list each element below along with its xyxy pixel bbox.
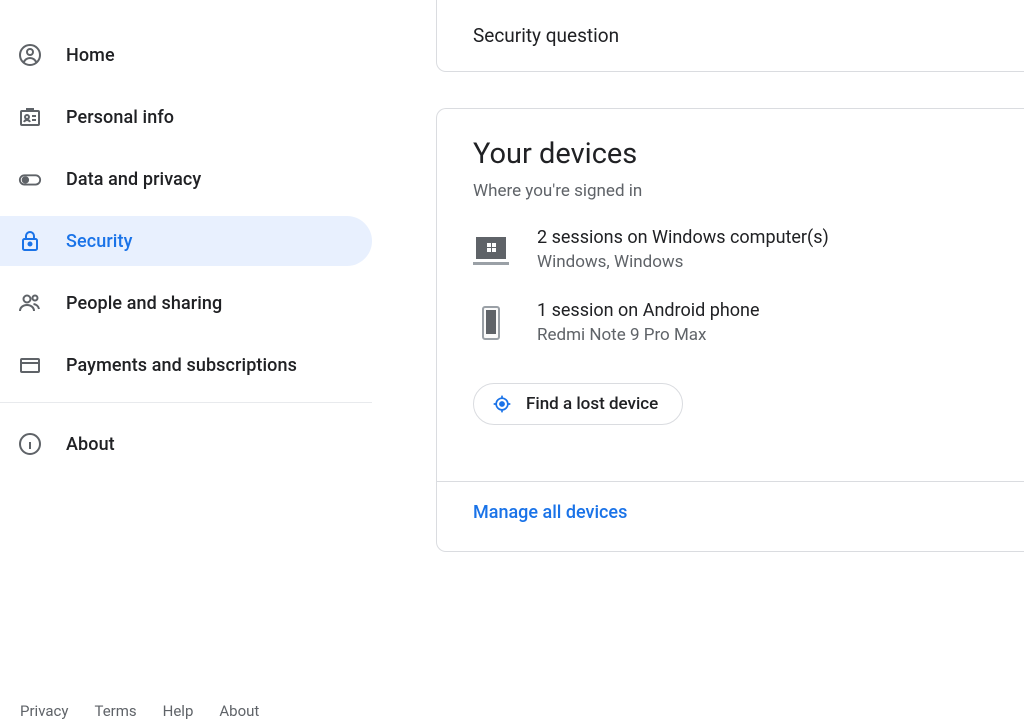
footer-privacy-link[interactable]: Privacy — [20, 702, 68, 720]
toggle-icon — [18, 167, 42, 191]
your-devices-title: Your devices — [473, 137, 1024, 171]
target-location-icon — [492, 394, 512, 414]
device-session-detail: Windows, Windows — [537, 252, 829, 272]
your-devices-body: Your devices Where you're signed in 2 se… — [437, 109, 1024, 481]
people-icon — [18, 291, 42, 315]
device-session-title: 2 sessions on Windows computer(s) — [537, 227, 829, 248]
device-row-android[interactable]: 1 session on Android phone Redmi Note 9 … — [473, 300, 1024, 345]
device-session-detail: Redmi Note 9 Pro Max — [537, 325, 760, 345]
device-session-title: 1 session on Android phone — [537, 300, 760, 321]
android-phone-icon — [473, 305, 509, 341]
laptop-windows-icon — [473, 232, 509, 268]
sidebar-item-label: Data and privacy — [66, 169, 201, 190]
device-text: 2 sessions on Windows computer(s) Window… — [537, 227, 829, 272]
footer-terms-link[interactable]: Terms — [94, 702, 136, 720]
sidebar-item-label: Security — [66, 231, 133, 252]
badge-icon — [18, 105, 42, 129]
sidebar-item-label: Payments and subscriptions — [66, 355, 297, 376]
sidebar-divider — [0, 402, 372, 403]
manage-all-devices-link[interactable]: Manage all devices — [437, 481, 1024, 551]
sidebar-item-payments[interactable]: Payments and subscriptions — [0, 340, 372, 390]
security-question-card[interactable]: Security question — [436, 0, 1024, 72]
account-circle-icon — [18, 43, 42, 67]
credit-card-icon — [18, 353, 42, 377]
sidebar-item-people-sharing[interactable]: People and sharing — [0, 278, 372, 328]
sidebar-item-security[interactable]: Security — [0, 216, 372, 266]
lock-icon — [18, 229, 42, 253]
info-icon — [18, 432, 42, 456]
sidebar-item-data-privacy[interactable]: Data and privacy — [0, 154, 372, 204]
sidebar: Home Personal info Data and privacy Secu… — [0, 10, 372, 481]
sidebar-item-label: About — [66, 434, 115, 455]
manage-all-devices-label: Manage all devices — [473, 502, 627, 523]
your-devices-card: Your devices Where you're signed in 2 se… — [436, 108, 1024, 552]
sidebar-item-home[interactable]: Home — [0, 30, 372, 80]
sidebar-item-about[interactable]: About — [0, 419, 372, 469]
security-question-title: Security question — [473, 24, 1024, 47]
footer-help-link[interactable]: Help — [163, 702, 194, 720]
sidebar-item-label: Home — [66, 45, 115, 66]
sidebar-item-personal-info[interactable]: Personal info — [0, 92, 372, 142]
device-row-windows[interactable]: 2 sessions on Windows computer(s) Window… — [473, 227, 1024, 272]
find-lost-device-label: Find a lost device — [526, 394, 658, 414]
sidebar-item-label: People and sharing — [66, 293, 222, 314]
footer-links: Privacy Terms Help About — [20, 702, 259, 720]
main-content: Security question Your devices Where you… — [436, 0, 1024, 552]
your-devices-subtitle: Where you're signed in — [473, 181, 1024, 201]
footer-about-link[interactable]: About — [219, 702, 259, 720]
sidebar-item-label: Personal info — [66, 107, 174, 128]
device-text: 1 session on Android phone Redmi Note 9 … — [537, 300, 760, 345]
find-lost-device-button[interactable]: Find a lost device — [473, 383, 683, 425]
